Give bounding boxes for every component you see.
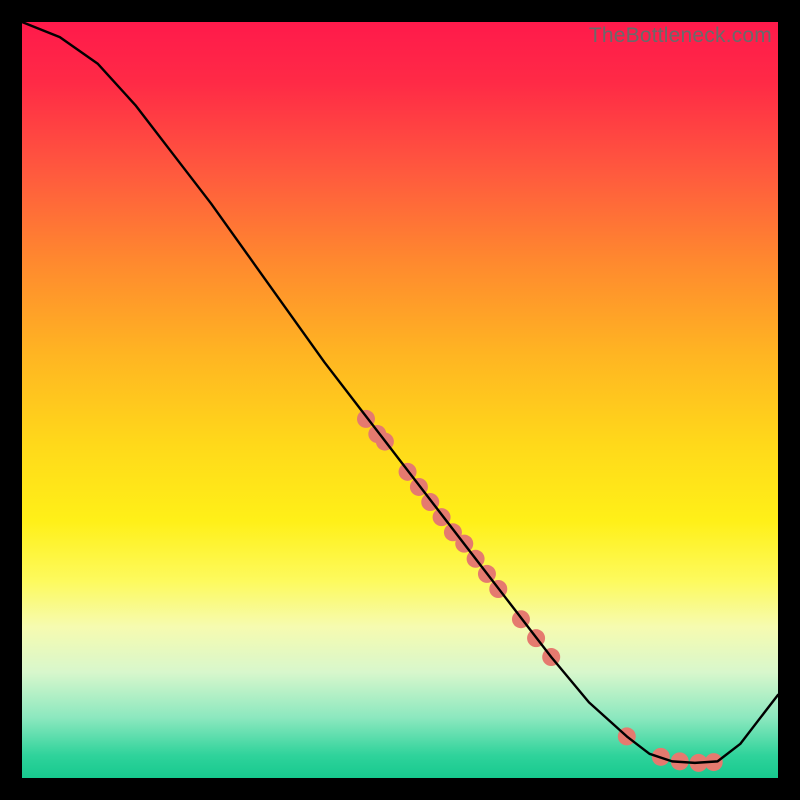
chart-frame: TheBottleneck.com bbox=[22, 22, 778, 778]
curve-line bbox=[22, 22, 778, 763]
data-markers bbox=[357, 410, 723, 772]
chart-overlay bbox=[22, 22, 778, 778]
